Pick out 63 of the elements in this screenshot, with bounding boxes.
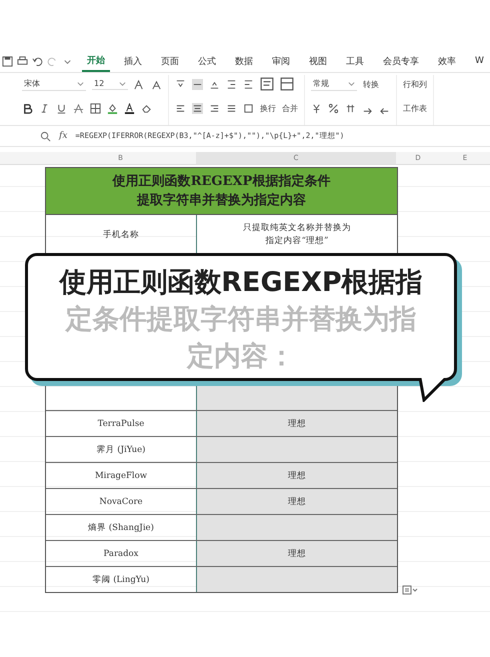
bubble-text: 使用正则函数REGEXP根据指	[59, 266, 423, 300]
merge-button[interactable]: 合并	[282, 102, 298, 114]
border-icon[interactable]	[90, 102, 101, 114]
eraser-icon[interactable]	[141, 102, 152, 114]
underline-icon[interactable]	[56, 102, 67, 114]
align-top-icon[interactable]	[175, 78, 186, 90]
number-format-field[interactable]: 常规	[311, 77, 357, 91]
bubble-text: 定内容：	[187, 340, 295, 374]
print-icon[interactable]	[17, 56, 28, 66]
percent-icon[interactable]	[328, 102, 339, 114]
ribbon-tab[interactable]: 开始	[82, 50, 110, 72]
caret-icon[interactable]	[348, 80, 355, 87]
caret-icon[interactable]	[77, 80, 84, 87]
ribbon-tab[interactable]: 会员专享	[378, 52, 424, 70]
worksheet-button[interactable]: 工作表	[403, 102, 427, 114]
column-heading: 只提取纯英文名称并替换为 指定内容“理想”	[243, 222, 351, 248]
ribbon-tab[interactable]: 数据	[230, 52, 258, 70]
bubble-text: 定条件提取字符串并替换为指	[66, 303, 416, 337]
font-name-field[interactable]: 宋体	[22, 77, 86, 91]
align-middle-icon[interactable]	[192, 78, 203, 90]
table-cell: 理想	[197, 489, 397, 514]
fill-color-icon[interactable]	[107, 102, 118, 114]
indent-icon[interactable]	[226, 78, 237, 90]
ribbon-tab[interactable]: 插入	[119, 52, 147, 70]
italic-icon[interactable]	[39, 102, 50, 114]
distribute-icon[interactable]	[243, 102, 254, 114]
ribbon-tab[interactable]: 视图	[304, 52, 332, 70]
wrap-text-button[interactable]: 换行	[260, 102, 276, 114]
bold-icon[interactable]	[22, 102, 33, 114]
font-color-icon[interactable]	[124, 102, 135, 114]
caret-icon[interactable]	[119, 80, 126, 87]
align-right-icon[interactable]	[209, 102, 220, 114]
table-cell: 理想	[197, 541, 397, 566]
zoom-icon[interactable]	[40, 130, 51, 142]
ribbon-tab[interactable]: 效率	[433, 52, 461, 70]
convert-button[interactable]: 转换	[363, 78, 379, 90]
strikethrough-icon[interactable]	[73, 102, 84, 114]
align-left-icon[interactable]	[175, 102, 186, 114]
wrap-text-icon[interactable]	[260, 77, 274, 91]
function-label[interactable]: fx	[59, 131, 68, 141]
ribbon-tab[interactable]: 工具	[341, 52, 369, 70]
table-title-text: 提取字符串并替换为指定内容	[137, 192, 306, 210]
outdent-icon[interactable]	[243, 78, 254, 90]
thousands-icon[interactable]	[345, 102, 356, 114]
paste-options-icon[interactable]	[402, 585, 418, 595]
table-cell: 理想	[197, 463, 397, 488]
justify-icon[interactable]	[226, 102, 237, 114]
undo-icon[interactable]	[32, 56, 43, 66]
font-size-field[interactable]: 12	[92, 78, 128, 90]
save-icon[interactable]	[2, 56, 13, 66]
ribbon-tab[interactable]: 页面	[156, 52, 184, 70]
ribbon-tab[interactable]: 公式	[193, 52, 221, 70]
table-title-text: 使用正则函数REGEXP根据指定条件	[112, 172, 330, 191]
currency-icon[interactable]	[311, 102, 322, 114]
merge-cells-icon[interactable]	[280, 77, 294, 91]
grow-font-icon[interactable]	[134, 78, 145, 90]
ribbon-tab[interactable]: 审阅	[267, 52, 295, 70]
align-center-icon[interactable]	[192, 102, 203, 114]
table-cell: 理想	[197, 411, 397, 436]
shrink-font-icon[interactable]	[151, 78, 162, 90]
column-heading: 手机名称	[103, 228, 139, 240]
rows-columns-button[interactable]: 行和列	[403, 78, 427, 90]
ribbon-tab[interactable]: W	[470, 53, 489, 69]
